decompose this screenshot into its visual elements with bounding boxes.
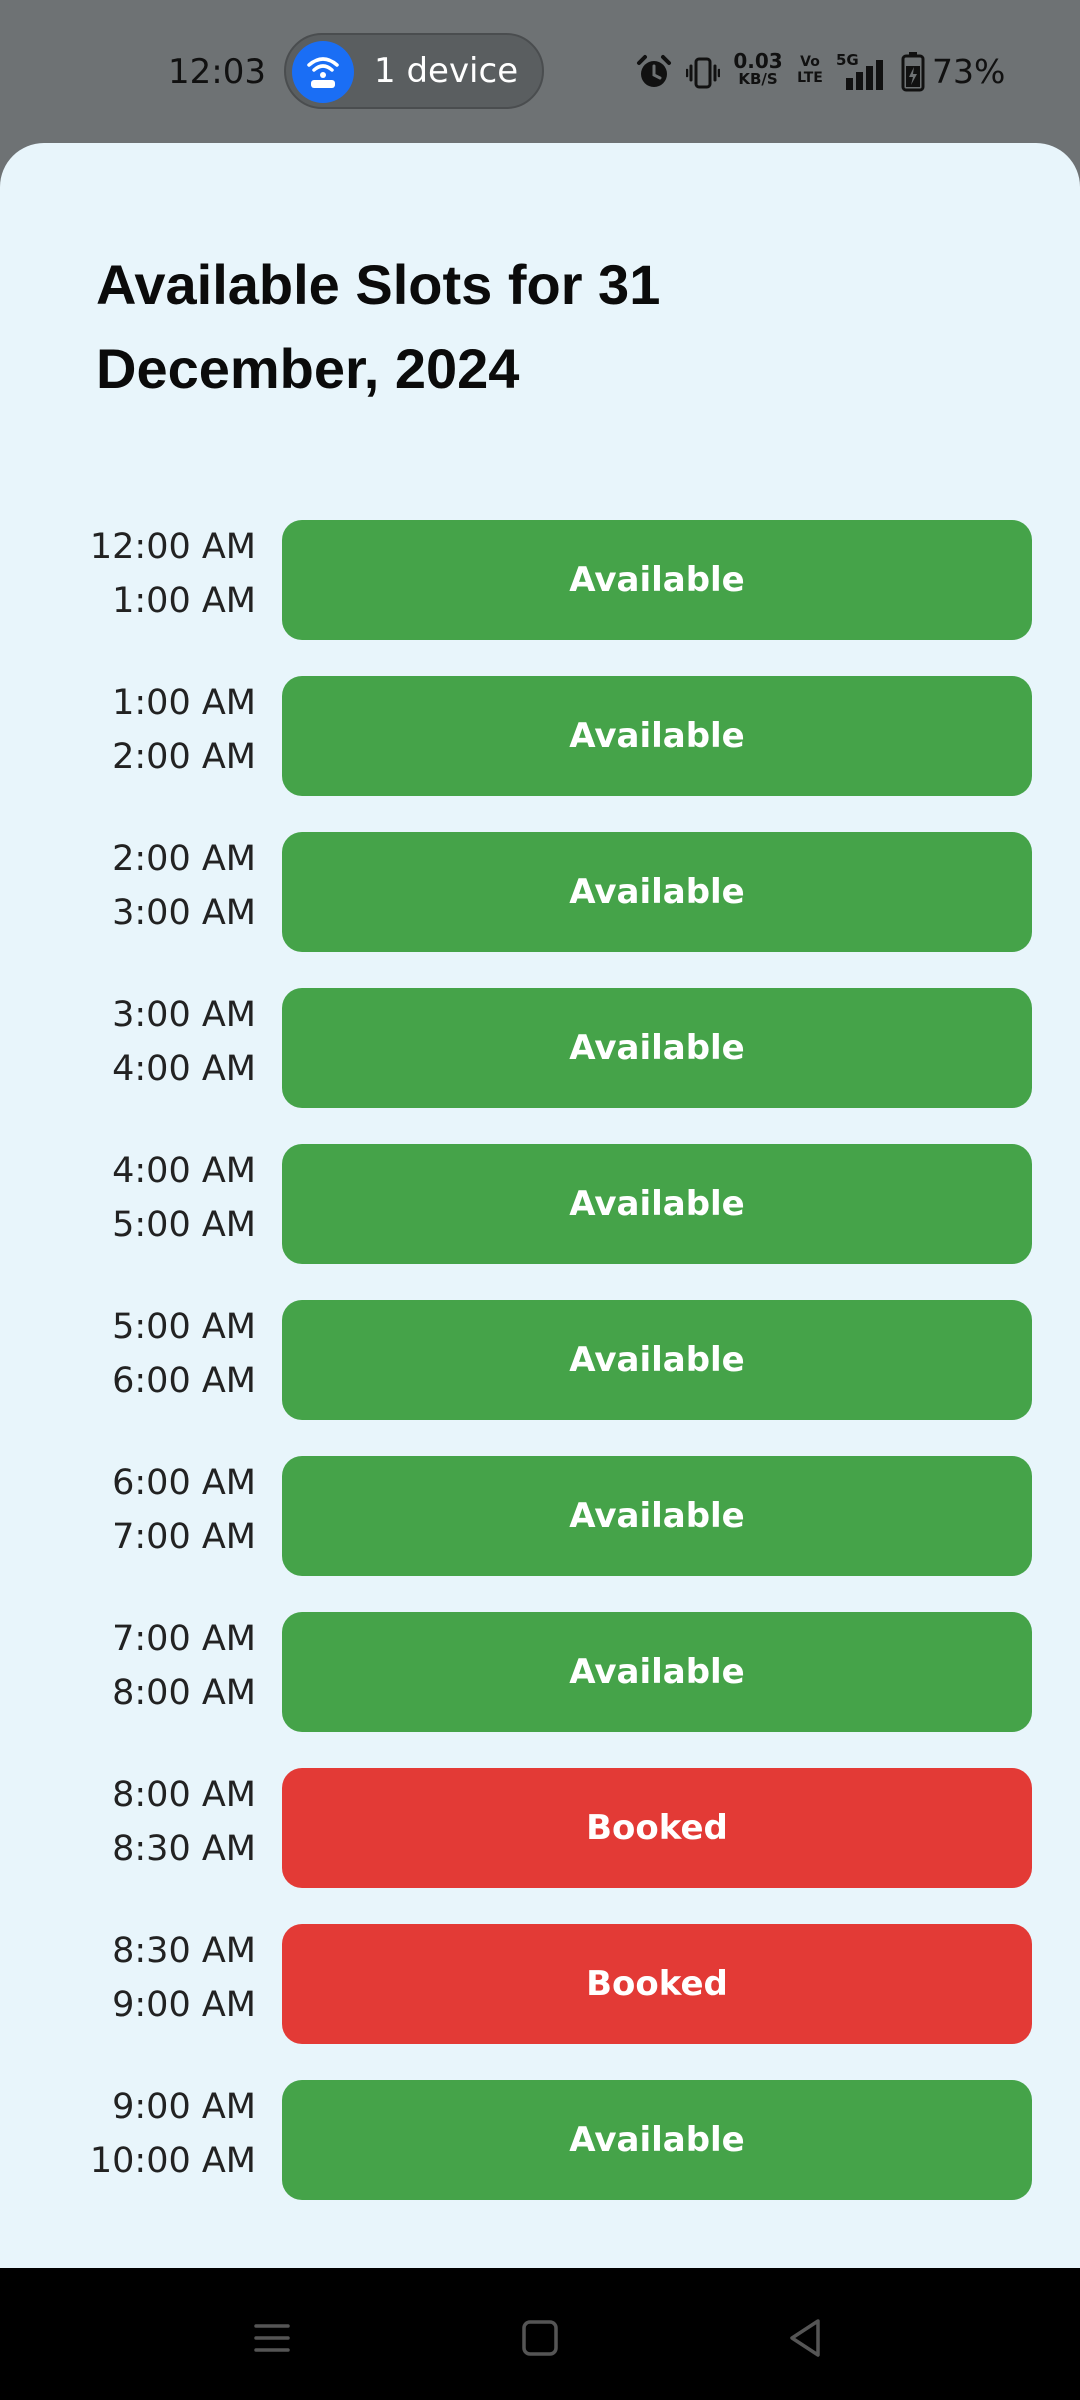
slot-start-time: 8:00 AM xyxy=(112,1775,256,1815)
slot-start-time: 1:00 AM xyxy=(112,683,256,723)
slot-status-button[interactable]: Booked xyxy=(282,1768,1032,1888)
slot-status-button[interactable]: Available xyxy=(282,1144,1032,1264)
slot-row: 1:00 AM 2:00 AM Available xyxy=(0,676,1080,832)
slot-row: 7:00 AM 8:00 AM Available xyxy=(0,1612,1080,1768)
status-bar: 12:03 1 device 0.03 KB/S Vo LTE 5G 73% xyxy=(0,0,1080,145)
slot-start-time: 12:00 AM xyxy=(89,527,256,567)
vibrate-icon xyxy=(686,57,720,89)
slot-row: 5:00 AM 6:00 AM Available xyxy=(0,1300,1080,1456)
page-title: Available Slots for 31 December, 2024 xyxy=(96,253,661,400)
slot-start-time: 8:30 AM xyxy=(112,1931,256,1971)
slot-end-time: 7:00 AM xyxy=(112,1517,256,1557)
slot-end-time: 2:00 AM xyxy=(112,737,256,777)
slot-status-button[interactable]: Booked xyxy=(282,1924,1032,2044)
slot-row: 8:30 AM 9:00 AM Booked xyxy=(0,1924,1080,2080)
slot-status-button[interactable]: Available xyxy=(282,520,1032,640)
slot-end-time: 10:00 AM xyxy=(89,2141,256,2181)
hotspot-chip[interactable]: 1 device xyxy=(284,33,544,109)
status-clock: 12:03 xyxy=(168,52,266,92)
slot-start-time: 5:00 AM xyxy=(112,1307,256,1347)
navigation-bar xyxy=(0,2268,1080,2400)
slot-row: 8:00 AM 8:30 AM Booked xyxy=(0,1768,1080,1924)
slot-status-button[interactable]: Available xyxy=(282,832,1032,952)
slot-end-time: 8:00 AM xyxy=(112,1673,256,1713)
slot-end-time: 6:00 AM xyxy=(112,1361,256,1401)
back-icon[interactable] xyxy=(776,2308,836,2368)
alarm-icon xyxy=(637,55,671,87)
menu-icon[interactable] xyxy=(242,2308,302,2368)
net-speed-indicator: 0.03 KB/S xyxy=(733,49,783,88)
slot-row: 4:00 AM 5:00 AM Available xyxy=(0,1144,1080,1300)
slot-end-time: 1:00 AM xyxy=(112,581,256,621)
slot-start-time: 3:00 AM xyxy=(112,995,256,1035)
hotspot-label: 1 device xyxy=(374,51,519,91)
slot-row: 3:00 AM 4:00 AM Available xyxy=(0,988,1080,1144)
home-icon[interactable] xyxy=(510,2308,570,2368)
slot-end-time: 8:30 AM xyxy=(112,1829,256,1869)
slot-status-button[interactable]: Available xyxy=(282,2080,1032,2200)
slot-start-time: 9:00 AM xyxy=(112,2087,256,2127)
slot-end-time: 5:00 AM xyxy=(112,1205,256,1245)
slot-end-time: 9:00 AM xyxy=(112,1985,256,2025)
battery-percent: 73% xyxy=(932,52,1006,91)
slot-list: 12:00 AM 1:00 AM Available 1:00 AM 2:00 … xyxy=(0,520,1080,2236)
slot-row: 9:00 AM 10:00 AM Available xyxy=(0,2080,1080,2236)
hotspot-icon xyxy=(292,41,354,103)
slot-row: 6:00 AM 7:00 AM Available xyxy=(0,1456,1080,1612)
slot-status-button[interactable]: Available xyxy=(282,1300,1032,1420)
slot-end-time: 4:00 AM xyxy=(112,1049,256,1089)
slot-status-button[interactable]: Available xyxy=(282,1456,1032,1576)
signal-5g-icon: 5G xyxy=(836,52,886,92)
slot-start-time: 2:00 AM xyxy=(112,839,256,879)
slot-end-time: 3:00 AM xyxy=(112,893,256,933)
slot-status-button[interactable]: Available xyxy=(282,1612,1032,1732)
slot-start-time: 4:00 AM xyxy=(112,1151,256,1191)
slots-screen: Available Slots for 31 December, 2024 12… xyxy=(0,143,1080,2268)
slot-start-time: 7:00 AM xyxy=(112,1619,256,1659)
volte-indicator: Vo LTE xyxy=(797,54,823,86)
slot-row: 12:00 AM 1:00 AM Available xyxy=(0,520,1080,676)
slot-start-time: 6:00 AM xyxy=(112,1463,256,1503)
slot-status-button[interactable]: Available xyxy=(282,988,1032,1108)
slot-row: 2:00 AM 3:00 AM Available xyxy=(0,832,1080,988)
battery-icon xyxy=(901,52,925,92)
slot-status-button[interactable]: Available xyxy=(282,676,1032,796)
